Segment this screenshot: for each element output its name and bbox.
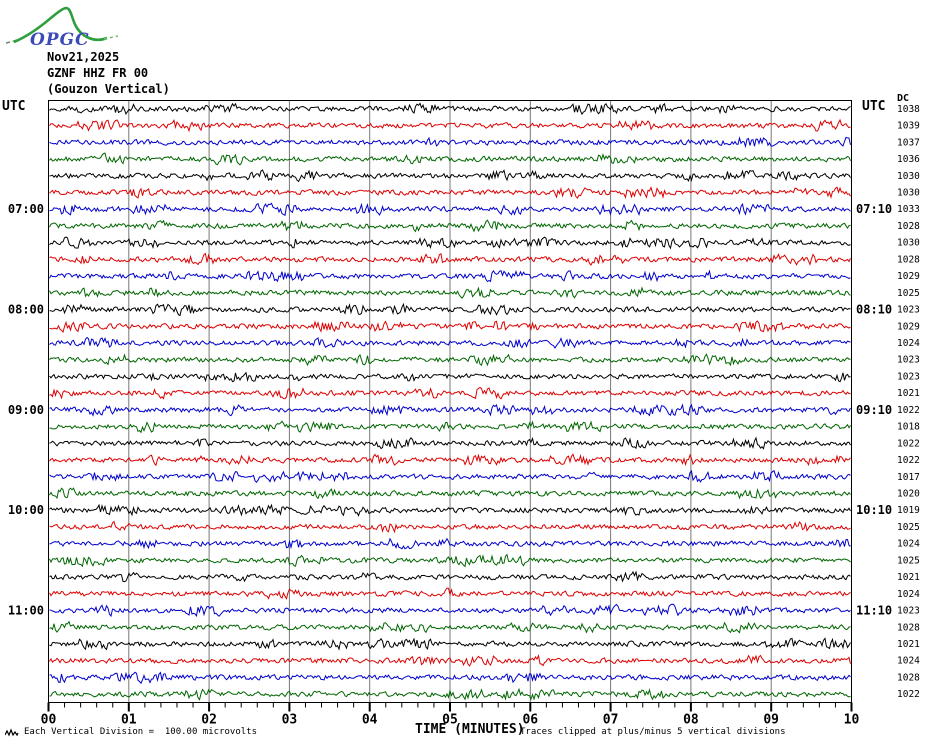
left-hour-label: 07:00 <box>8 202 44 216</box>
dc-value: 1025 <box>897 288 920 299</box>
helicorder-page: OPGC Nov21,2025 GZNF HHZ FR 00 (Gouzon V… <box>0 0 930 744</box>
dc-value: 1023 <box>897 355 920 366</box>
mini-wave-icon <box>5 728 19 737</box>
dc-value: 1037 <box>897 137 920 148</box>
right-hour-label: 10:10 <box>856 503 892 517</box>
x-tick-label: 08 <box>683 713 699 728</box>
left-hour-label: 08:00 <box>8 303 44 317</box>
dc-value: 1024 <box>897 338 920 349</box>
x-tick-label: 02 <box>201 713 217 728</box>
dc-value: 1019 <box>897 505 920 516</box>
dc-value: 1033 <box>897 204 920 215</box>
dc-value: 1021 <box>897 572 920 583</box>
dc-value: 1028 <box>897 672 920 683</box>
dc-value: 1020 <box>897 488 920 499</box>
dc-value: 1017 <box>897 472 920 483</box>
dc-value: 1038 <box>897 104 920 115</box>
x-tick-label: 01 <box>121 713 137 728</box>
x-tick-label: 04 <box>362 713 378 728</box>
dc-value: 1030 <box>897 238 920 249</box>
dc-value: 1022 <box>897 438 920 449</box>
dc-value: 1022 <box>897 689 920 700</box>
right-hour-label: 09:10 <box>856 403 892 417</box>
x-tick-label: 03 <box>282 713 298 728</box>
dc-value: 1025 <box>897 555 920 566</box>
x-tick-label: 07 <box>603 713 619 728</box>
dc-value: 1018 <box>897 422 920 433</box>
dc-value: 1039 <box>897 121 920 132</box>
dc-value: 1023 <box>897 305 920 316</box>
dc-value: 1021 <box>897 388 920 399</box>
dc-value: 1028 <box>897 221 920 232</box>
dc-value: 1023 <box>897 371 920 382</box>
left-hour-label: 11:00 <box>8 604 44 618</box>
dc-value: 1030 <box>897 171 920 182</box>
dc-value: 1029 <box>897 271 920 282</box>
dc-value: 1024 <box>897 656 920 667</box>
x-tick-label: 10 <box>844 713 860 728</box>
right-hour-label: 07:10 <box>856 202 892 216</box>
dc-value: 1021 <box>897 639 920 650</box>
x-tick-label: 00 <box>41 713 57 728</box>
dc-value: 1036 <box>897 154 920 165</box>
dc-value: 1022 <box>897 405 920 416</box>
x-axis-label: TIME (MINUTES) <box>415 722 525 737</box>
footer-clip-note: Traces clipped at plus/minus 5 vertical … <box>520 727 786 737</box>
dc-value: 1025 <box>897 522 920 533</box>
dc-value: 1023 <box>897 606 920 617</box>
dc-value: 1024 <box>897 539 920 550</box>
dc-value: 1024 <box>897 589 920 600</box>
dc-value: 1030 <box>897 187 920 198</box>
left-hour-label: 09:00 <box>8 403 44 417</box>
right-hour-label: 08:10 <box>856 303 892 317</box>
x-tick-label: 06 <box>522 713 538 728</box>
dc-value: 1028 <box>897 254 920 265</box>
helicorder-svg: 0001020304050607080910103810391037103610… <box>0 0 930 744</box>
x-tick-label: 09 <box>763 713 779 728</box>
dc-value: 1029 <box>897 321 920 332</box>
dc-value: 1028 <box>897 622 920 633</box>
left-hour-label: 10:00 <box>8 503 44 517</box>
dc-value: 1022 <box>897 455 920 466</box>
right-hour-label: 11:10 <box>856 604 892 618</box>
footer-scale-note: Each Vertical Division = 100.00 microvol… <box>24 727 257 737</box>
